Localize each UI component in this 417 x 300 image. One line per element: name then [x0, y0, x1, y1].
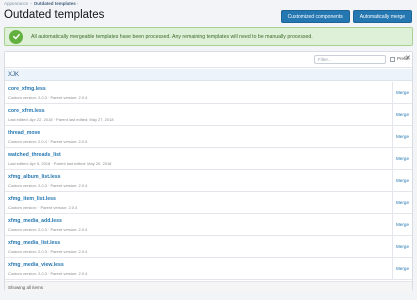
template-meta: Custom version: 2.0.3 · Parent version: … [8, 227, 88, 232]
filter-input[interactable]: Filter... [314, 55, 386, 64]
template-row: thread_move Custom version: 2.0.4 · Pare… [5, 126, 412, 148]
template-name[interactable]: core_xfrm.less [8, 108, 45, 114]
template-row: xfmg_item_list.less Custom version: · Pa… [5, 192, 412, 214]
list-footer: Showing all items [5, 281, 412, 292]
breadcrumb-item-appearance[interactable]: Appearance [4, 1, 28, 6]
customized-components-button[interactable]: Customized components [280, 10, 350, 23]
template-meta: Last edited: Apr 22, 2018 · Parent last … [8, 117, 114, 122]
breadcrumb: Appearance › Outdated templates› [4, 1, 78, 6]
merge-button[interactable]: Merge [392, 258, 412, 279]
template-row: xfmg_media_view.less Custom version: 2.0… [5, 258, 412, 280]
automatically-merge-button[interactable]: Automatically merge [352, 10, 412, 23]
header-actions: Customized components Automatically merg… [280, 10, 412, 23]
templates-panel: Filter... Prefix ✕ XJK core_xfmg.less Cu… [4, 51, 413, 292]
chevron-right-icon: › [76, 1, 79, 6]
breadcrumb-item-current[interactable]: Outdated templates [34, 1, 76, 6]
template-meta: Custom version: 2.0.3 · Parent version: … [8, 183, 88, 188]
template-name[interactable]: xfmg_media_view.less [8, 262, 64, 268]
template-meta: Custom version: 2.0.3 · Parent version: … [8, 95, 88, 100]
template-row: xfmg_album_list.less Custom version: 2.0… [5, 170, 412, 192]
breadcrumb-separator: › [30, 1, 32, 6]
template-name[interactable]: core_xfmg.less [8, 86, 46, 92]
template-name[interactable]: xfmg_album_list.less [8, 174, 60, 180]
filter-bar: Filter... Prefix ✕ [5, 52, 412, 68]
template-row: watched_threads_list Last edited: Apr 5,… [5, 148, 412, 170]
merge-button[interactable]: Merge [392, 104, 412, 125]
clear-filter-icon[interactable]: ✕ [405, 54, 411, 62]
template-name[interactable]: xfmg_media_add.less [8, 218, 62, 224]
style-group-header[interactable]: XJK [5, 69, 412, 81]
merge-button[interactable]: Merge [392, 192, 412, 213]
template-meta: Custom version: 2.0.3 · Parent version: … [8, 249, 88, 254]
template-row: core_xfmg.less Custom version: 2.0.3 · P… [5, 82, 412, 104]
merge-button[interactable]: Merge [392, 82, 412, 103]
notice-text: All automatically mergeable templates ha… [31, 33, 313, 40]
template-name[interactable]: xfmg_media_list.less [8, 240, 60, 246]
success-notice: All automatically mergeable templates ha… [4, 27, 413, 46]
merge-button[interactable]: Merge [392, 170, 412, 191]
template-row: xfmg_media_add.less Custom version: 2.0.… [5, 214, 412, 236]
check-circle-icon [9, 29, 23, 44]
template-row: xfmg_media_list.less Custom version: 2.0… [5, 236, 412, 258]
template-meta: Custom version: 2.0.4 · Parent version: … [8, 139, 88, 144]
page-title: Outdated templates [4, 9, 105, 21]
merge-button[interactable]: Merge [392, 236, 412, 257]
merge-button[interactable]: Merge [392, 148, 412, 169]
template-meta: Custom version: · Parent version: 2.0.4 [8, 205, 78, 210]
merge-button[interactable]: Merge [392, 214, 412, 235]
template-meta: Last edited: Apr 5, 2018 · Parent last e… [8, 161, 112, 166]
template-name[interactable]: xfmg_item_list.less [8, 196, 56, 202]
template-list: core_xfmg.less Custom version: 2.0.3 · P… [5, 82, 412, 280]
merge-button[interactable]: Merge [392, 126, 412, 147]
template-row: core_xfrm.less Last edited: Apr 22, 2018… [5, 104, 412, 126]
prefix-checkbox[interactable] [390, 57, 395, 62]
template-meta: Custom version: 2.0.3 · Parent version: … [8, 271, 88, 276]
template-name[interactable]: thread_move [8, 130, 40, 136]
template-name[interactable]: watched_threads_list [8, 152, 61, 158]
